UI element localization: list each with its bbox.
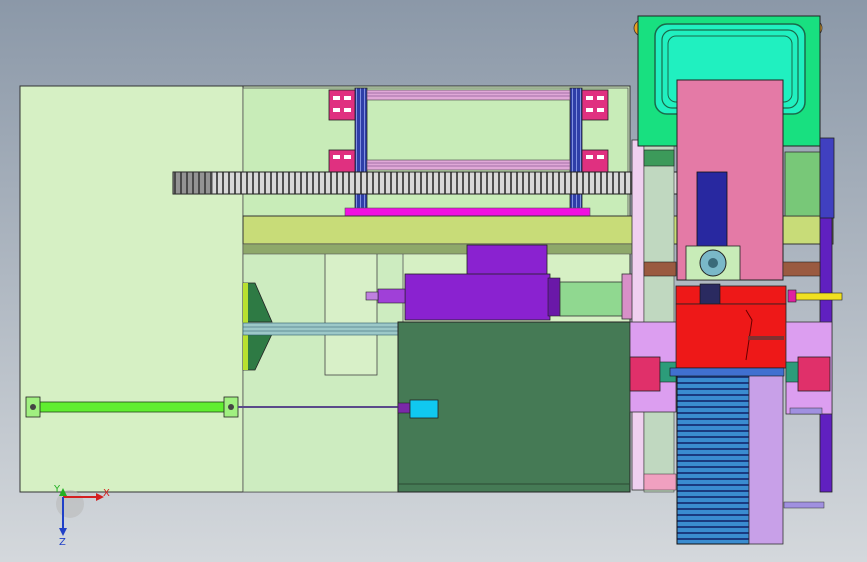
clamp-top-right[interactable] xyxy=(581,89,609,121)
frame-post-left xyxy=(631,139,645,491)
side-rail xyxy=(643,139,675,493)
brown-bar-right xyxy=(782,261,821,277)
bolt-left xyxy=(643,473,677,491)
clamp-top-left[interactable] xyxy=(328,89,356,121)
blue-column[interactable] xyxy=(696,171,728,257)
cylinder xyxy=(559,281,624,317)
rail-crossbar-top xyxy=(366,89,571,101)
clamp-mid-right[interactable] xyxy=(581,149,609,175)
shaft-guide xyxy=(242,322,404,336)
green-side-block xyxy=(784,151,821,217)
z-axis-label: Z xyxy=(59,537,66,548)
bolt-right-2 xyxy=(783,501,825,509)
sensor-block[interactable] xyxy=(409,399,439,419)
motor-shaft-nose xyxy=(377,288,406,304)
fin-stack[interactable] xyxy=(676,371,750,545)
x-axis-label: X xyxy=(103,488,110,499)
brown-bar-left xyxy=(643,261,677,277)
clamp-mid-left[interactable] xyxy=(328,149,356,175)
yellow-pin[interactable] xyxy=(791,292,843,301)
gear-rack-end xyxy=(173,172,213,194)
red-carriage[interactable] xyxy=(675,283,787,369)
cad-viewport[interactable]: X Y Z xyxy=(0,0,867,562)
blue-side-bar xyxy=(819,137,835,219)
assembly-scene[interactable]: X Y Z xyxy=(0,0,867,562)
inner-column xyxy=(324,244,378,376)
motor-body xyxy=(404,273,551,321)
guide-rail-left[interactable] xyxy=(354,87,368,217)
y-axis-label: Y xyxy=(53,484,61,495)
drive-gear[interactable] xyxy=(685,245,741,281)
guide-rail-right[interactable] xyxy=(569,87,583,217)
gear-rack[interactable] xyxy=(172,171,704,195)
fin-frame xyxy=(748,371,784,545)
beam-shadow xyxy=(242,243,644,255)
motor-top-block xyxy=(466,244,548,276)
inner-plate-lower xyxy=(242,244,404,493)
beam-cap-right xyxy=(643,149,675,167)
bolt-right-1 xyxy=(789,407,823,415)
rail-crossbar-mid xyxy=(366,159,571,171)
